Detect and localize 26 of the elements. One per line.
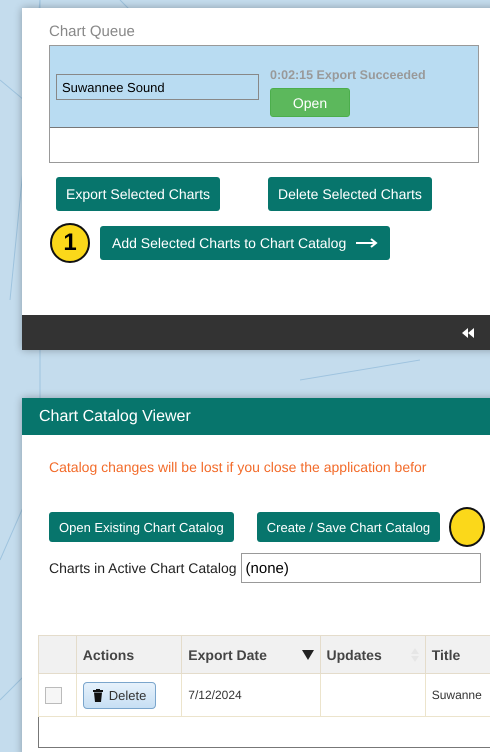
catalog-button[interactable]: Open Existing Chart Catalog [49, 512, 234, 542]
step-marker [449, 507, 486, 547]
arrow-right-icon [356, 238, 378, 248]
column-header[interactable]: Title [425, 636, 490, 674]
delete-button[interactable]: Delete [82, 682, 156, 708]
column-header[interactable]: Updates [320, 636, 426, 674]
queue-action-button[interactable]: Delete Selected Charts [268, 177, 432, 211]
collapse-icon[interactable] [462, 328, 474, 338]
catalog-select[interactable]: (none) [240, 553, 481, 583]
table-cell: 7/12/2024 [182, 674, 320, 716]
panel-title: Chart Queue [49, 23, 136, 40]
queue-item[interactable]: Suwannee Sound 0:02:15 Export Succeeded Open [50, 46, 478, 128]
row-checkbox[interactable] [45, 686, 62, 704]
queue-action-button[interactable]: Export Selected Charts [56, 177, 220, 211]
field-label: Charts in Active Chart Catalog [49, 560, 237, 576]
sort-descending-icon [302, 650, 314, 660]
add-to-catalog-button[interactable]: Add Selected Charts to Chart Catalog [100, 226, 390, 260]
column-header[interactable]: Export Date [182, 636, 320, 674]
chart-name-field[interactable]: Suwannee Sound [56, 74, 259, 100]
panel-header: Chart Catalog Viewer [22, 398, 490, 435]
step-marker: 1 [50, 223, 90, 263]
column-header[interactable]: Actions [76, 636, 182, 674]
trash-icon [92, 688, 103, 702]
export-status: 0:02:15 Export Succeeded [270, 68, 426, 82]
catalog-button[interactable]: Create / Save Chart Catalog [256, 512, 440, 542]
warning-message: Catalog changes will be lost if you close the application befor [49, 459, 428, 475]
